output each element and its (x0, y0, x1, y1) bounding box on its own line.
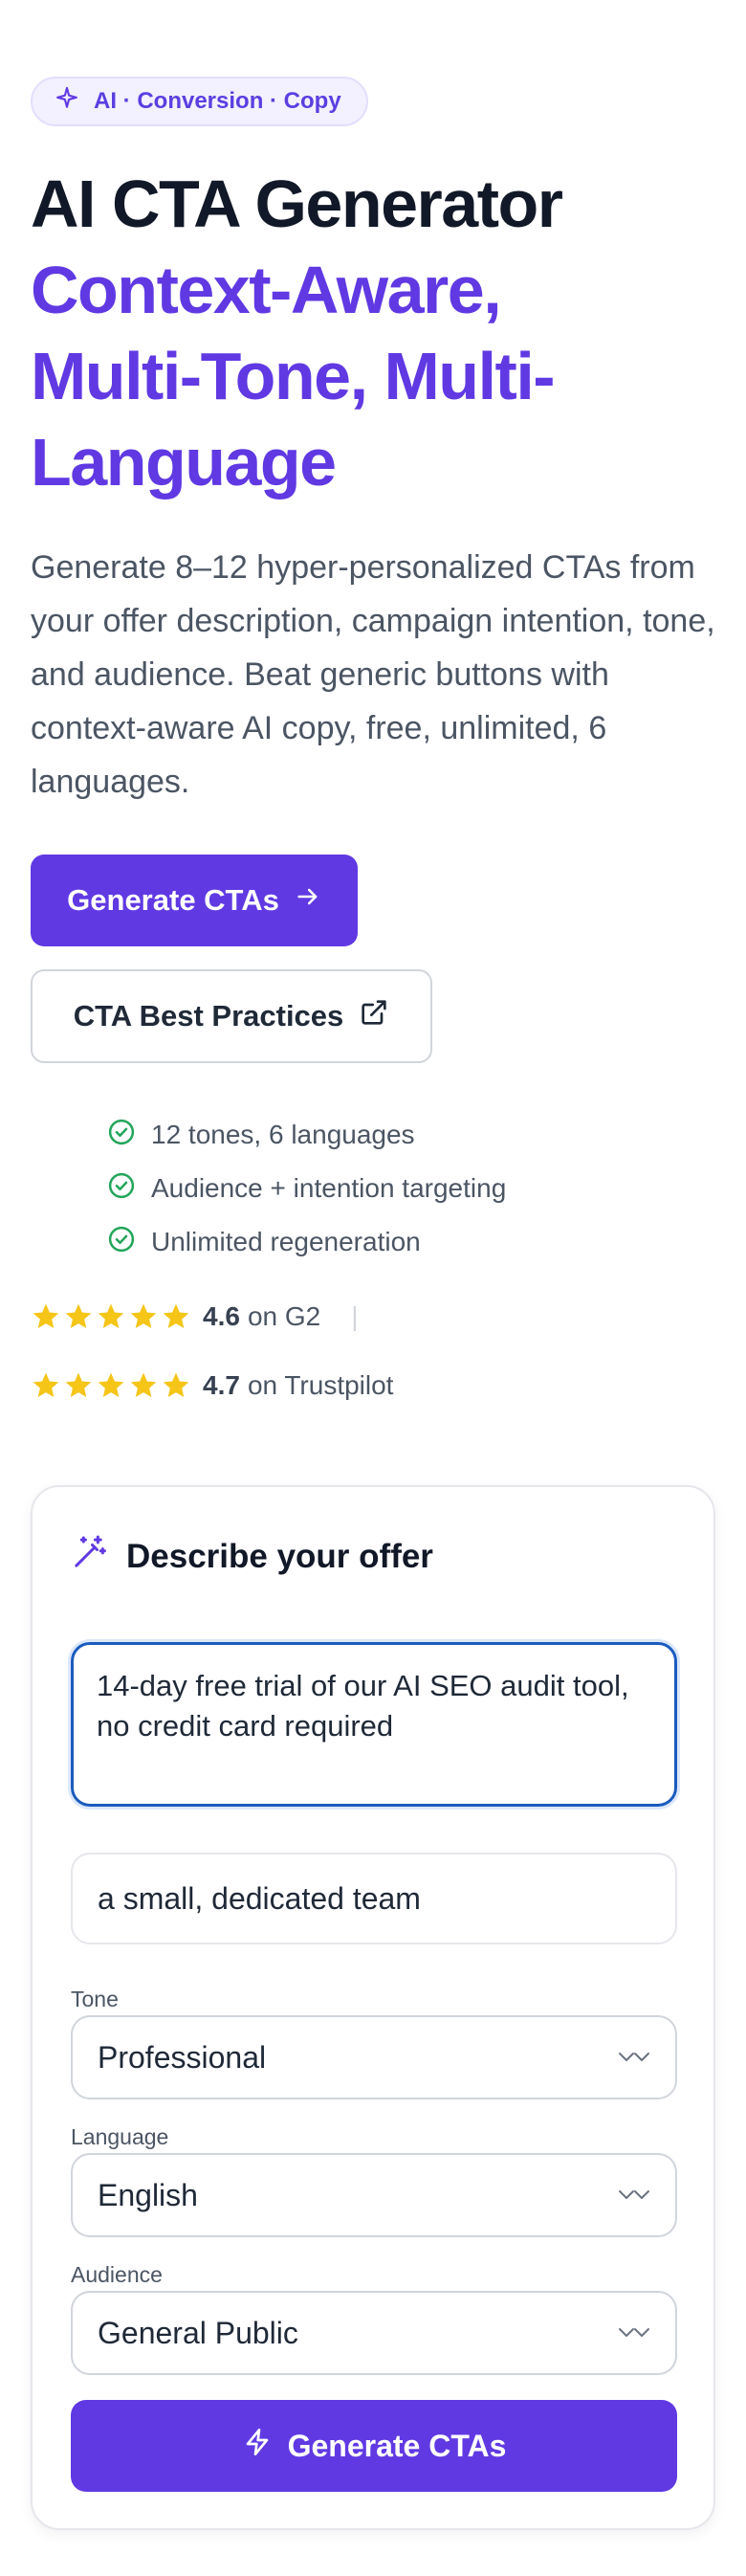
g2-rating: 4.6 on G2 | (31, 1301, 359, 1332)
star-rating (31, 1370, 191, 1401)
star-icon (33, 1303, 59, 1328)
lightning-icon (242, 2427, 273, 2465)
page-title: AI CTA Generator Context-Aware, Multi-To… (31, 161, 715, 505)
star-icon (130, 1372, 157, 1397)
tone-value: Professional (98, 2039, 267, 2075)
star-icon (163, 1372, 189, 1397)
check-circle-icon (107, 1225, 136, 1260)
audience-value: General Public (98, 2315, 298, 2350)
magic-wand-icon (71, 1533, 109, 1580)
form-generate-button[interactable]: Generate CTAs (71, 2400, 677, 2492)
rating-source: on Trustpilot (247, 1370, 394, 1400)
feature-list: 12 tones, 6 languages Audience + intenti… (107, 1108, 506, 1269)
audience-label: Audience (71, 2262, 163, 2287)
trustpilot-rating: 4.7 on Trustpilot (31, 1370, 393, 1401)
generate-ctas-label: Generate CTAs (67, 883, 279, 917)
chevron-down-icon (618, 2178, 650, 2213)
title-accent-3: Language (31, 425, 337, 500)
rating-score: 4.6 (203, 1301, 240, 1331)
form-generate-label: Generate CTAs (287, 2428, 507, 2463)
page: AI · Conversion · Copy AI CTA Generator … (0, 0, 746, 2576)
sparkle-icon (54, 85, 80, 119)
rating-separator: | (351, 1301, 359, 1331)
chevron-down-icon (618, 2040, 650, 2076)
language-value: English (98, 2177, 198, 2212)
list-item: 12 tones, 6 languages (107, 1108, 506, 1162)
feature-text: Unlimited regeneration (151, 1227, 421, 1256)
external-link-icon (359, 997, 389, 1035)
language-label: Language (71, 2124, 169, 2149)
rating-source: on G2 (247, 1301, 321, 1331)
badge-label: AI · Conversion · Copy (94, 88, 341, 114)
star-rating (31, 1301, 191, 1332)
title-main: AI CTA Generator (31, 167, 563, 241)
category-badge: AI · Conversion · Copy (31, 77, 368, 126)
check-circle-icon (107, 1171, 136, 1207)
check-circle-icon (107, 1118, 136, 1153)
star-icon (65, 1372, 92, 1397)
offer-form-card: Describe your offer 14-day free trial of… (31, 1485, 715, 2530)
audience-detail-input[interactable]: a small, dedicated team (71, 1853, 677, 1944)
star-icon (98, 1372, 124, 1397)
star-icon (33, 1372, 59, 1397)
feature-text: Audience + intention targeting (151, 1173, 507, 1203)
best-practices-label: CTA Best Practices (73, 999, 344, 1033)
hero-description: Generate 8–12 hyper-personalized CTAs fr… (31, 549, 715, 800)
rating-score: 4.7 (203, 1370, 240, 1400)
star-icon (163, 1303, 189, 1328)
cta-best-practices-button[interactable]: CTA Best Practices (31, 969, 432, 1063)
title-accent-1: Context-Aware, (31, 253, 502, 327)
tone-label: Tone (71, 1987, 119, 2011)
tone-select[interactable]: Professional (71, 2015, 677, 2099)
list-item: Unlimited regeneration (107, 1215, 506, 1269)
star-icon (98, 1303, 124, 1328)
form-title: Describe your offer (126, 1537, 433, 1575)
feature-text: 12 tones, 6 languages (151, 1120, 415, 1149)
form-header: Describe your offer (71, 1533, 433, 1580)
offer-description-textarea[interactable]: 14-day free trial of our AI SEO audit to… (71, 1642, 677, 1807)
audience-select[interactable]: General Public (71, 2291, 677, 2375)
chevron-down-icon (618, 2316, 650, 2351)
list-item: Audience + intention targeting (107, 1162, 506, 1215)
language-select[interactable]: English (71, 2153, 677, 2237)
star-icon (130, 1303, 157, 1328)
star-icon (65, 1303, 92, 1328)
title-accent-2: Multi-Tone, Multi- (31, 339, 556, 413)
arrow-right-icon (295, 883, 321, 918)
generate-ctas-button[interactable]: Generate CTAs (31, 855, 358, 946)
